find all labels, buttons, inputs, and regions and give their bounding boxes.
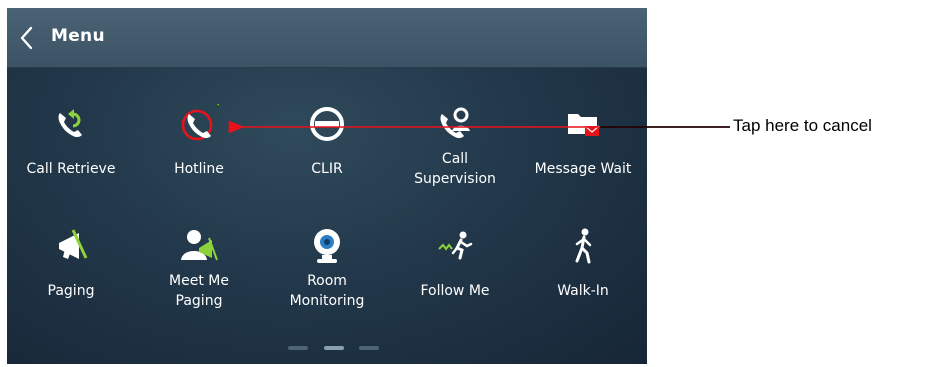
callout-arrow — [228, 120, 730, 134]
callout-label: Tap here to cancel — [733, 116, 872, 135]
